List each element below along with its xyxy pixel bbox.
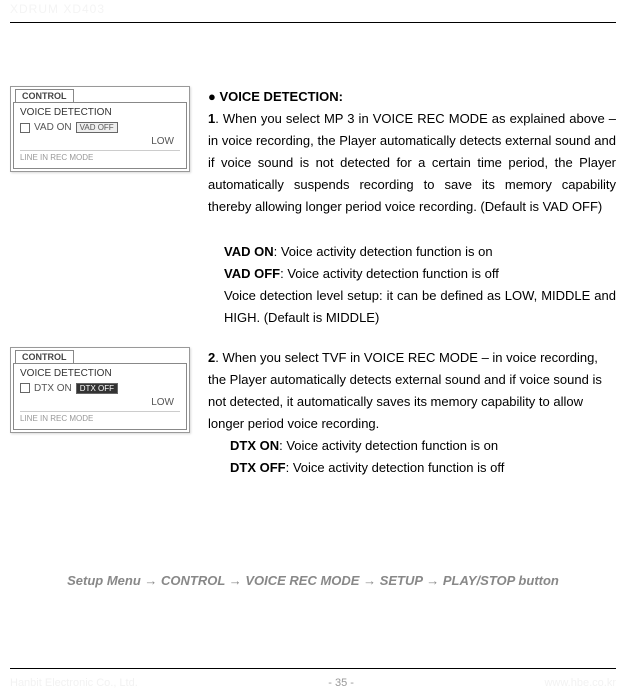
shot-tab-2: CONTROL	[15, 350, 74, 363]
shot-level-2: LOW	[151, 397, 174, 408]
vad-off-label: VAD OFF	[224, 266, 280, 281]
dtx-off-text: : Voice activity detection function is o…	[286, 460, 505, 475]
device-shot-2: CONTROL VOICE DETECTION DTX ON DTX OFF L…	[10, 347, 190, 433]
device-shot-1: CONTROL VOICE DETECTION VAD ON VAD OFF L…	[10, 86, 190, 172]
dtx-off-label: DTX OFF	[230, 460, 286, 475]
breadcrumb: Setup Menu → CONTROL → VOICE REC MODE → …	[0, 573, 626, 588]
shot1-btn: VAD OFF	[76, 122, 118, 133]
shot-sub-2: LINE IN REC MODE	[20, 411, 180, 423]
dtx-on-line: DTX ON: Voice activity detection functio…	[208, 435, 616, 457]
gap	[10, 329, 616, 347]
text-col-2: 2. When you select TVF in VOICE REC MODE…	[208, 347, 616, 480]
shot-title-2: VOICE DETECTION	[20, 368, 180, 379]
shot1-label: VAD ON	[34, 122, 72, 133]
screenshot-2: CONTROL VOICE DETECTION DTX ON DTX OFF L…	[10, 347, 190, 433]
checkbox-icon	[20, 123, 30, 133]
bc-p5: PLAY/STOP button	[443, 573, 559, 588]
shot-title: VOICE DETECTION	[20, 107, 180, 118]
bc-p1: Setup Menu	[67, 573, 141, 588]
shot-line-1: VAD ON VAD OFF	[20, 122, 180, 133]
footer: Hanbit Electronic Co., Ltd. - 35 - www.h…	[10, 677, 616, 689]
shot-line-2: DTX ON DTX OFF	[20, 383, 180, 394]
shot-line-level: LOW	[20, 136, 180, 147]
dtx-off-line: DTX OFF: Voice activity detection functi…	[208, 457, 616, 479]
checkbox-icon-2	[20, 383, 30, 393]
vad-on-line: VAD ON: Voice activity detection functio…	[208, 241, 616, 263]
vad-off-line: VAD OFF: Voice activity detection functi…	[208, 263, 616, 285]
spacer	[208, 219, 616, 241]
section-heading: ● VOICE DETECTION:	[208, 86, 616, 108]
text-col-1: ● VOICE DETECTION: 1. When you select MP…	[208, 86, 616, 329]
vad-on-text: : Voice activity detection function is o…	[274, 244, 493, 259]
page: XDRUM XD403 CONTROL VOICE DETECTION VAD …	[0, 0, 626, 695]
vad-on-label: VAD ON	[224, 244, 274, 259]
arrow-icon: →	[363, 573, 376, 588]
arrow-icon: →	[426, 573, 439, 588]
shot-tab: CONTROL	[15, 89, 74, 102]
item-1: 1. When you select MP 3 in VOICE REC MOD…	[208, 108, 616, 218]
dtx-on-label: DTX ON	[230, 438, 279, 453]
page-number: - 35 -	[328, 677, 354, 689]
shot2-btn: DTX OFF	[76, 383, 118, 394]
level-line: Voice detection level setup: it can be d…	[208, 285, 616, 329]
shot-level: LOW	[151, 136, 174, 147]
bullet-icon: ●	[208, 89, 216, 104]
content: CONTROL VOICE DETECTION VAD ON VAD OFF L…	[10, 86, 616, 480]
shot-sub: LINE IN REC MODE	[20, 150, 180, 162]
bc-p4: SETUP	[380, 573, 423, 588]
header-product: XDRUM XD403	[10, 2, 105, 16]
heading-text: VOICE DETECTION:	[219, 89, 343, 104]
header-divider	[10, 22, 616, 23]
arrow-icon: →	[229, 573, 242, 588]
footer-right: www.hbe.co.kr	[544, 677, 616, 689]
item1-text: . When you select MP 3 in VOICE REC MODE…	[208, 111, 616, 214]
shot2-label: DTX ON	[34, 383, 72, 394]
shot-line-level-2: LOW	[20, 397, 180, 408]
vad-off-text: : Voice activity detection function is o…	[280, 266, 499, 281]
arrow-icon: →	[144, 573, 157, 588]
footer-divider	[10, 668, 616, 669]
footer-left: Hanbit Electronic Co., Ltd.	[10, 677, 138, 689]
item-2: 2. When you select TVF in VOICE REC MODE…	[208, 347, 616, 435]
item2-text: . When you select TVF in VOICE REC MODE …	[208, 350, 602, 431]
bc-p3: VOICE REC MODE	[245, 573, 359, 588]
shot-panel: VOICE DETECTION VAD ON VAD OFF LOW LINE …	[13, 102, 187, 169]
bc-p2: CONTROL	[161, 573, 225, 588]
dtx-on-text: : Voice activity detection function is o…	[279, 438, 498, 453]
shot-panel-2: VOICE DETECTION DTX ON DTX OFF LOW LINE …	[13, 363, 187, 430]
screenshot-1: CONTROL VOICE DETECTION VAD ON VAD OFF L…	[10, 86, 190, 172]
row-1: CONTROL VOICE DETECTION VAD ON VAD OFF L…	[10, 86, 616, 329]
row-2: CONTROL VOICE DETECTION DTX ON DTX OFF L…	[10, 347, 616, 480]
